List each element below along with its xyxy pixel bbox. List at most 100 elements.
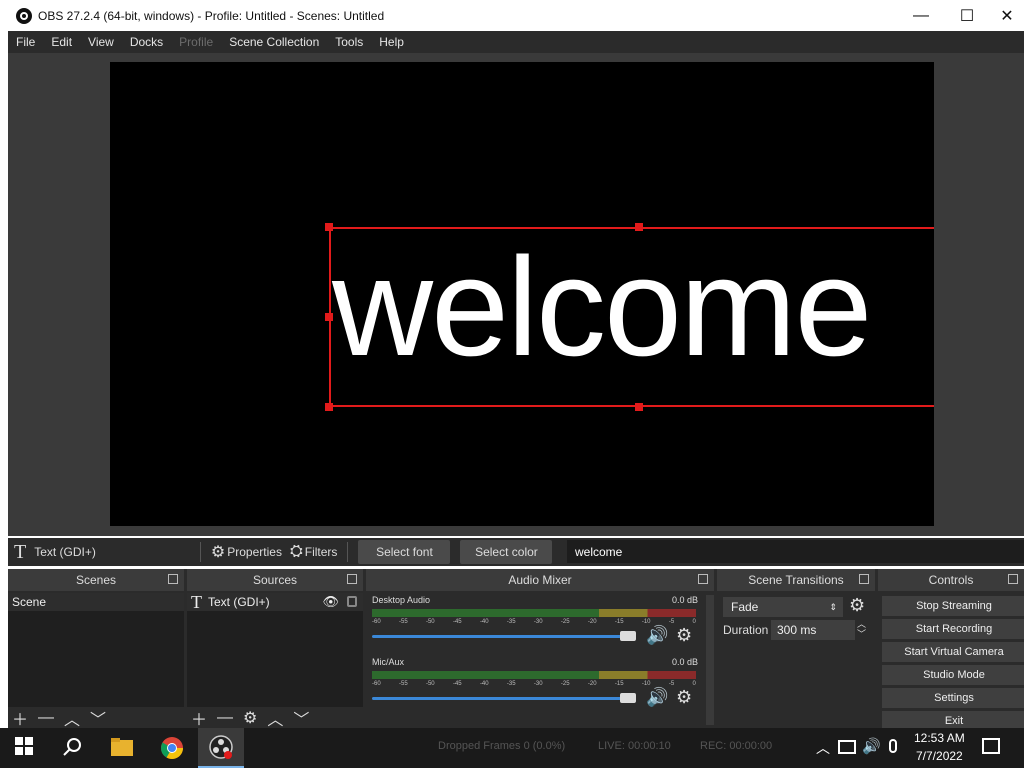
meter-tick-label: -55 [398, 681, 408, 687]
divider [199, 542, 201, 562]
move-up-icon[interactable]: ︿ [64, 706, 80, 730]
undock-icon[interactable] [698, 574, 708, 584]
meter-tick-label: -40 [479, 619, 489, 625]
scenes-title: Scenes [75, 573, 117, 587]
filters-button[interactable]: ⛭ Filters [286, 543, 341, 561]
microphone-icon[interactable] [889, 739, 897, 753]
resize-handle[interactable] [635, 223, 643, 231]
sources-list: T Text (GDI+) 👁 ＋ — ⚙ ︿ ﹀ [187, 592, 363, 730]
volume-slider-knob[interactable] [620, 631, 636, 641]
text-input[interactable]: welcome [567, 540, 1024, 563]
clock-date[interactable]: 7/7/2022 [916, 749, 963, 763]
speaker-icon[interactable]: 🔊 [646, 687, 668, 708]
studio-mode-button[interactable]: Studio Mode [882, 665, 1024, 685]
meter-tick-label: -50 [425, 619, 435, 625]
notification-icon[interactable] [982, 738, 1000, 754]
file-explorer-icon[interactable] [110, 736, 134, 760]
menu-file[interactable]: File [8, 35, 43, 49]
menu-profile[interactable]: Profile [171, 35, 221, 49]
audio-mixer-header: Audio Mixer [366, 569, 714, 591]
resize-handle[interactable] [325, 403, 333, 411]
duration-input[interactable]: 300 ms [771, 620, 855, 640]
volume-slider[interactable] [372, 697, 636, 700]
dropped-frames-status: Dropped Frames 0 (0.0%) [438, 740, 566, 752]
remove-icon[interactable]: — [217, 709, 233, 727]
menu-scene-collection[interactable]: Scene Collection [221, 35, 327, 49]
menu-tools[interactable]: Tools [327, 35, 371, 49]
scene-transitions-dock: Scene Transitions Fade ⇕ ⚙ Duration 300 … [717, 569, 875, 729]
menu-docks[interactable]: Docks [122, 35, 171, 49]
search-icon[interactable] [62, 736, 86, 760]
selected-source-name: Text (GDI+) [34, 545, 96, 559]
start-virtual-camera-button[interactable]: Start Virtual Camera [882, 642, 1024, 662]
select-color-button[interactable]: Select color [460, 540, 553, 564]
start-recording-button[interactable]: Start Recording [882, 619, 1024, 639]
exit-button[interactable]: Exit [882, 711, 1024, 729]
obs-taskbar-button[interactable] [198, 728, 244, 768]
preview-area: welcome [8, 53, 1024, 536]
windows-start-icon[interactable] [14, 736, 38, 760]
add-icon[interactable]: ＋ [191, 706, 207, 730]
audio-mixer-body: Desktop Audio 0.0 dB -60 -55 -50 -45 -40 -35-… [366, 593, 714, 729]
close-button[interactable]: ✕ [990, 0, 1024, 31]
source-selection-box[interactable] [329, 227, 934, 407]
menu-edit[interactable]: Edit [43, 35, 80, 49]
transition-select[interactable]: Fade ⇕ [723, 597, 843, 617]
meter-tick-label: 0 [692, 681, 696, 687]
resize-handle[interactable] [635, 403, 643, 411]
gear-icon[interactable]: ⚙ [676, 687, 692, 708]
window-title: OBS 27.2.4 (64-bit, windows) - Profile: … [38, 8, 385, 23]
volume-slider[interactable] [372, 635, 636, 638]
meter-tick-label: -45 [452, 681, 462, 687]
meter-tick-label: -15 [614, 619, 624, 625]
undock-icon[interactable] [1008, 574, 1018, 584]
resize-handle[interactable] [325, 223, 333, 231]
preview-canvas[interactable]: welcome [110, 62, 934, 526]
gear-icon: ⚙ [210, 544, 226, 561]
gear-icon[interactable]: ⚙ [243, 708, 257, 728]
properties-button[interactable]: ⚙ Properties [207, 542, 286, 562]
move-down-icon[interactable]: ﹀ [293, 706, 309, 730]
live-status: LIVE: 00:00:10 [598, 740, 671, 752]
audio-channel-mic: Mic/Aux 0.0 dB -60 -55 -50 -45 -40 -35 -30 -25-… [370, 657, 702, 717]
scrollbar[interactable] [706, 595, 714, 725]
add-icon[interactable]: ＋ [12, 706, 28, 730]
move-down-icon[interactable]: ﹀ [90, 706, 106, 730]
controls-header: Controls [878, 569, 1024, 591]
lock-icon[interactable] [347, 596, 357, 607]
clock-time[interactable]: 12:53 AM [914, 731, 965, 745]
move-up-icon[interactable]: ︿ [267, 706, 283, 730]
remove-icon[interactable]: — [38, 709, 54, 727]
undock-icon[interactable] [859, 574, 869, 584]
undock-icon[interactable] [168, 574, 178, 584]
gear-icon[interactable]: ⚙ [676, 625, 692, 646]
maximize-button[interactable]: ☐ [944, 0, 990, 31]
meter-tick-label: -25 [560, 619, 570, 625]
spinner-icon[interactable]: ︿ ﹀ [857, 619, 866, 639]
volume-slider-knob[interactable] [620, 693, 636, 703]
speaker-icon[interactable]: 🔊 [646, 625, 668, 646]
divider [347, 542, 349, 562]
scene-item[interactable]: Scene [8, 593, 184, 611]
speaker-icon[interactable]: 🔊 [862, 737, 881, 755]
settings-button[interactable]: Settings [882, 688, 1024, 708]
gear-icon[interactable]: ⚙ [849, 595, 865, 616]
undock-icon[interactable] [347, 574, 357, 584]
meter-tick-label: -40 [479, 681, 489, 687]
resize-handle[interactable] [325, 313, 333, 321]
chrome-icon[interactable] [160, 736, 184, 760]
menu-help[interactable]: Help [371, 35, 412, 49]
network-icon[interactable] [838, 740, 856, 754]
menu-view[interactable]: View [80, 35, 122, 49]
eye-icon[interactable]: 👁 [322, 594, 339, 610]
meter-tick-label: -30 [533, 681, 543, 687]
source-item[interactable]: T Text (GDI+) 👁 [187, 592, 363, 612]
controls-body: Stop Streaming Start Recording Start Vir… [878, 593, 1024, 729]
minimize-button[interactable]: — [898, 0, 944, 31]
channel-name: Desktop Audio [372, 595, 431, 605]
stop-streaming-button[interactable]: Stop Streaming [882, 596, 1024, 616]
meter-tick-label: -30 [533, 619, 543, 625]
chevron-up-icon[interactable]: ︿ [816, 738, 830, 758]
scenes-list: Scene ＋ — ︿ ﹀ [8, 593, 184, 729]
select-font-button[interactable]: Select font [358, 540, 451, 564]
